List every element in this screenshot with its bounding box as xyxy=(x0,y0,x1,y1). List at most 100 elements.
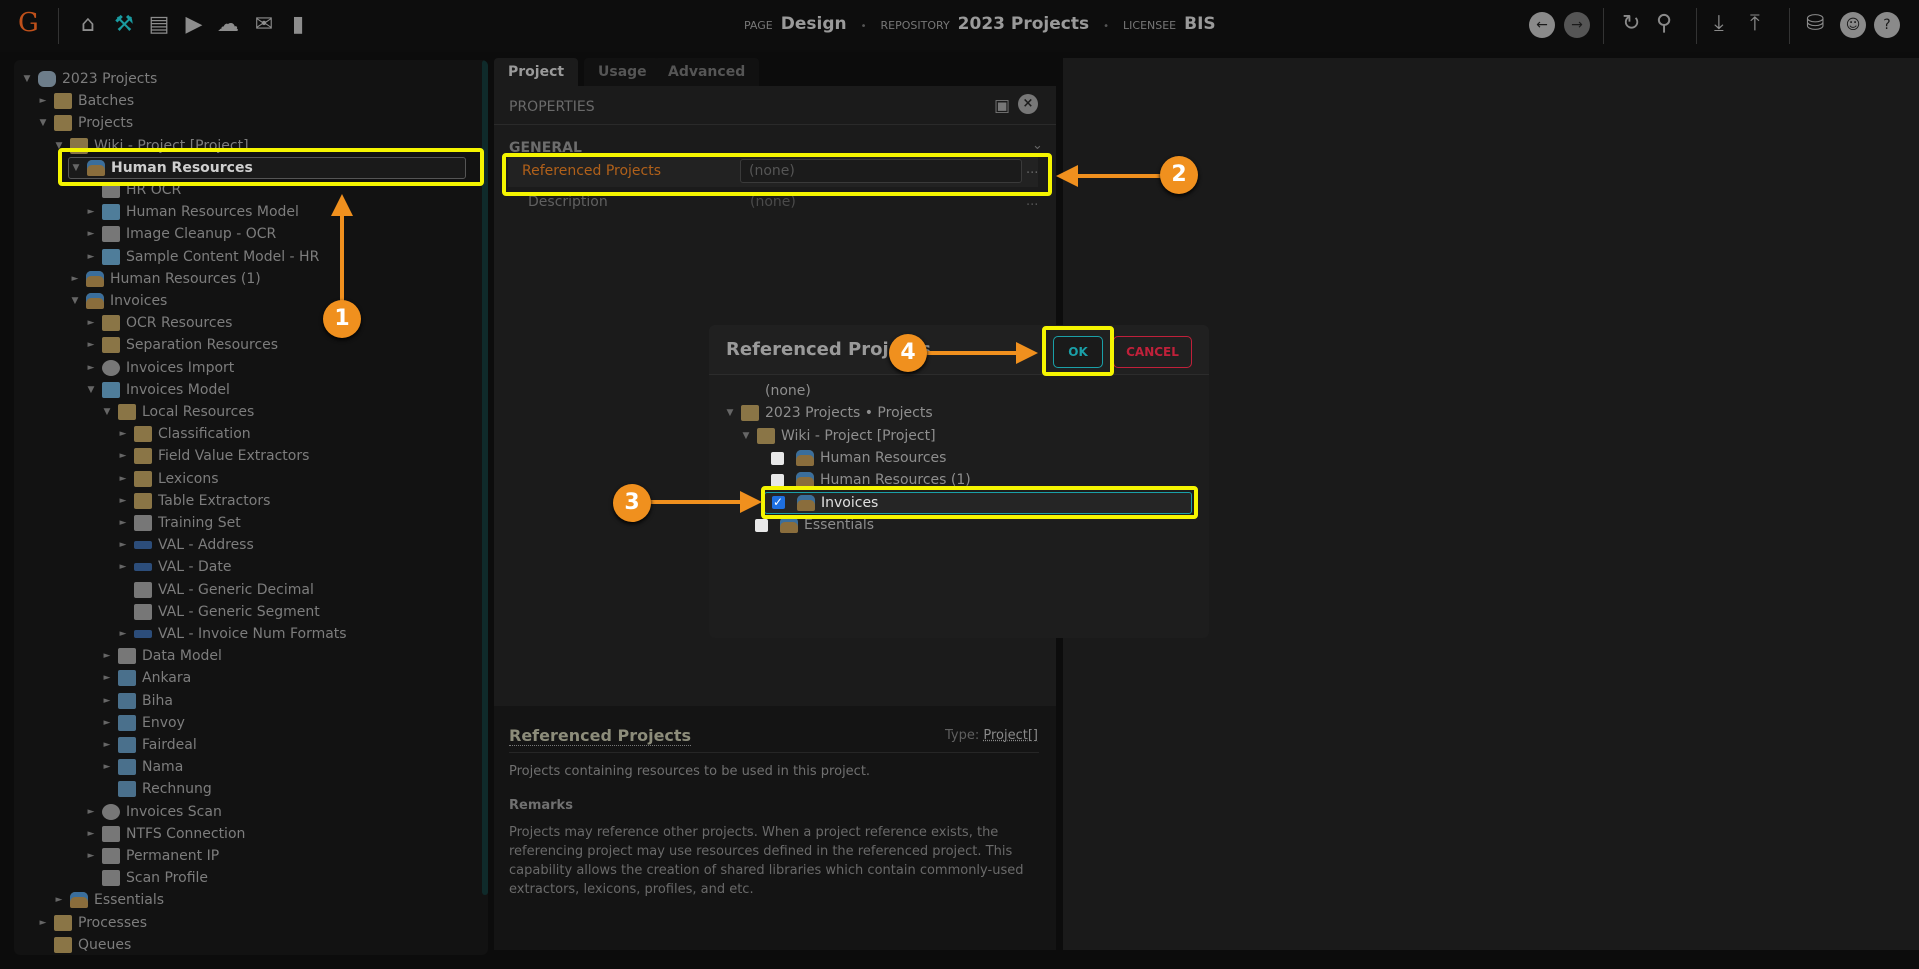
project-checkbox[interactable] xyxy=(771,451,784,465)
tab-advanced[interactable]: Advanced xyxy=(654,58,760,86)
dialog-tree-folder[interactable]: ▼ Wiki - Project [Project] xyxy=(739,425,936,447)
tree-item[interactable]: ► Sample Content Model - HR xyxy=(84,246,319,268)
expand-toggle[interactable]: ► xyxy=(84,801,98,823)
expand-toggle[interactable]: ► xyxy=(84,246,98,268)
expand-toggle[interactable]: ► xyxy=(116,445,130,467)
cancel-button[interactable]: CANCEL xyxy=(1113,336,1192,368)
upload-icon[interactable]: ⤒ xyxy=(1750,11,1760,36)
expand-toggle[interactable]: ► xyxy=(116,468,130,490)
home-icon[interactable]: ⌂ xyxy=(74,12,102,37)
expand-toggle[interactable]: ► xyxy=(116,423,130,445)
tree-item[interactable]: ► Image Cleanup - OCR xyxy=(84,223,276,245)
expand-toggle[interactable]: ► xyxy=(68,268,82,290)
tree-item[interactable]: ► Invoices Import xyxy=(84,357,234,379)
tab-usage[interactable]: Usage xyxy=(584,58,661,86)
dialog-tree-root[interactable]: ▼ 2023 Projects • Projects xyxy=(723,402,933,424)
expand-toggle[interactable]: ▼ xyxy=(739,425,753,447)
tree-item[interactable]: ► Permanent IP xyxy=(84,845,219,867)
expand-toggle[interactable]: ▼ xyxy=(68,290,82,312)
expand-toggle[interactable]: ► xyxy=(116,623,130,645)
project-checkbox[interactable] xyxy=(771,473,784,487)
expand-toggle[interactable]: ► xyxy=(100,690,114,712)
chart-icon[interactable]: ▮ xyxy=(284,12,312,37)
tree-item[interactable]: ▼ Local Resources xyxy=(100,401,254,423)
tree-item[interactable]: ▼ 2023 Projects xyxy=(20,68,157,90)
expand-toggle[interactable]: ► xyxy=(100,645,114,667)
expand-toggle[interactable]: ▼ xyxy=(723,402,737,424)
tree-item[interactable]: ► Human Resources (1) xyxy=(68,268,261,290)
tree-item[interactable]: ▼ Invoices Model xyxy=(84,379,230,401)
save-icon[interactable]: ▣ xyxy=(994,96,1010,116)
expand-toggle[interactable]: ► xyxy=(84,357,98,379)
expand-toggle[interactable]: ► xyxy=(84,312,98,334)
expand-toggle[interactable]: ► xyxy=(116,534,130,556)
tree-item[interactable]: ► Ankara xyxy=(100,667,191,689)
expand-toggle[interactable]: ► xyxy=(84,334,98,356)
expand-toggle[interactable]: ► xyxy=(100,667,114,689)
expand-toggle[interactable]: ▼ xyxy=(84,379,98,401)
media-icon[interactable]: ▶ xyxy=(180,12,208,37)
expand-toggle[interactable]: ► xyxy=(36,912,50,934)
tree-item[interactable]: ► Lexicons xyxy=(116,468,219,490)
archive-icon[interactable]: ▤ xyxy=(145,12,173,37)
project-checkbox[interactable] xyxy=(755,518,768,532)
tree-item[interactable]: VAL - Generic Segment xyxy=(116,601,320,623)
expand-toggle[interactable]: ► xyxy=(116,512,130,534)
tree-item[interactable]: ► Envoy xyxy=(100,712,185,734)
briefcase-icon[interactable]: ✉ xyxy=(250,12,278,37)
help-icon[interactable]: ? xyxy=(1874,12,1900,38)
tree-item[interactable]: ► Table Extractors xyxy=(116,490,270,512)
back-icon[interactable]: ← xyxy=(1529,12,1555,38)
expand-toggle[interactable]: ► xyxy=(84,845,98,867)
tree-item[interactable]: Queues xyxy=(36,934,131,955)
tree-item[interactable]: ► OCR Resources xyxy=(84,312,232,334)
cloud-upload-icon[interactable]: ☁ xyxy=(214,12,242,37)
tree-item[interactable]: ► Field Value Extractors xyxy=(116,445,309,467)
tree-item[interactable]: ► NTFS Connection xyxy=(84,823,245,845)
database-icon[interactable]: ⛁ xyxy=(1806,11,1824,36)
expand-toggle[interactable]: ► xyxy=(100,756,114,778)
expand-toggle[interactable]: ► xyxy=(100,734,114,756)
expand-toggle[interactable]: ► xyxy=(52,889,66,911)
chevron-down-icon[interactable]: ⌄ xyxy=(1032,138,1043,153)
option-none[interactable]: (none) xyxy=(765,380,811,402)
tree-item[interactable]: ► Invoices Scan xyxy=(84,801,222,823)
tree-item[interactable]: ► Fairdeal xyxy=(100,734,197,756)
tree-item[interactable]: ► Essentials xyxy=(52,889,164,911)
tab-project[interactable]: Project xyxy=(494,58,579,86)
tree-item[interactable]: ► Nama xyxy=(100,756,183,778)
tools-icon[interactable]: ⚒ xyxy=(110,12,138,37)
refresh-icon[interactable]: ↻ xyxy=(1622,11,1640,36)
forward-icon[interactable]: → xyxy=(1564,12,1590,38)
expand-toggle[interactable]: ▼ xyxy=(100,401,114,423)
tree-item[interactable]: ► Separation Resources xyxy=(84,334,278,356)
tree-item[interactable]: ► Processes xyxy=(36,912,147,934)
tree-item[interactable]: ► Training Set xyxy=(116,512,241,534)
tree-item[interactable]: Scan Profile xyxy=(84,867,208,889)
expand-toggle[interactable]: ► xyxy=(116,490,130,512)
expand-toggle[interactable]: ► xyxy=(84,201,98,223)
dialog-project-item[interactable]: Human Resources xyxy=(771,447,946,469)
expand-toggle[interactable]: ► xyxy=(84,223,98,245)
tree-item[interactable]: ► Batches xyxy=(36,90,134,112)
expand-toggle[interactable]: ▼ xyxy=(20,68,34,90)
tree-item[interactable]: ▼ Invoices xyxy=(68,290,167,312)
type-link[interactable]: Project[] xyxy=(983,728,1038,743)
tree-item[interactable]: ► Biha xyxy=(100,690,173,712)
close-icon[interactable]: × xyxy=(1018,94,1038,114)
tree-item[interactable]: ► Data Model xyxy=(100,645,222,667)
tree-item[interactable]: VAL - Generic Decimal xyxy=(116,579,314,601)
browse-button[interactable]: ... xyxy=(1026,194,1038,209)
description-value[interactable]: (none) xyxy=(750,194,796,210)
tree-item[interactable]: ▼ Projects xyxy=(36,112,133,134)
download-icon[interactable]: ⤓ xyxy=(1714,11,1724,36)
expand-toggle[interactable]: ► xyxy=(100,712,114,734)
tree-item[interactable]: Rechnung xyxy=(100,778,212,800)
app-logo[interactable]: G xyxy=(18,8,39,38)
tree-item[interactable]: ► VAL - Date xyxy=(116,556,232,578)
tree-item[interactable]: ► VAL - Invoice Num Formats xyxy=(116,623,347,645)
expand-toggle[interactable]: ► xyxy=(116,556,130,578)
tree-item[interactable]: ► Classification xyxy=(116,423,251,445)
tree-scrollbar[interactable] xyxy=(482,60,488,895)
user-icon[interactable]: ☺ xyxy=(1840,12,1866,38)
